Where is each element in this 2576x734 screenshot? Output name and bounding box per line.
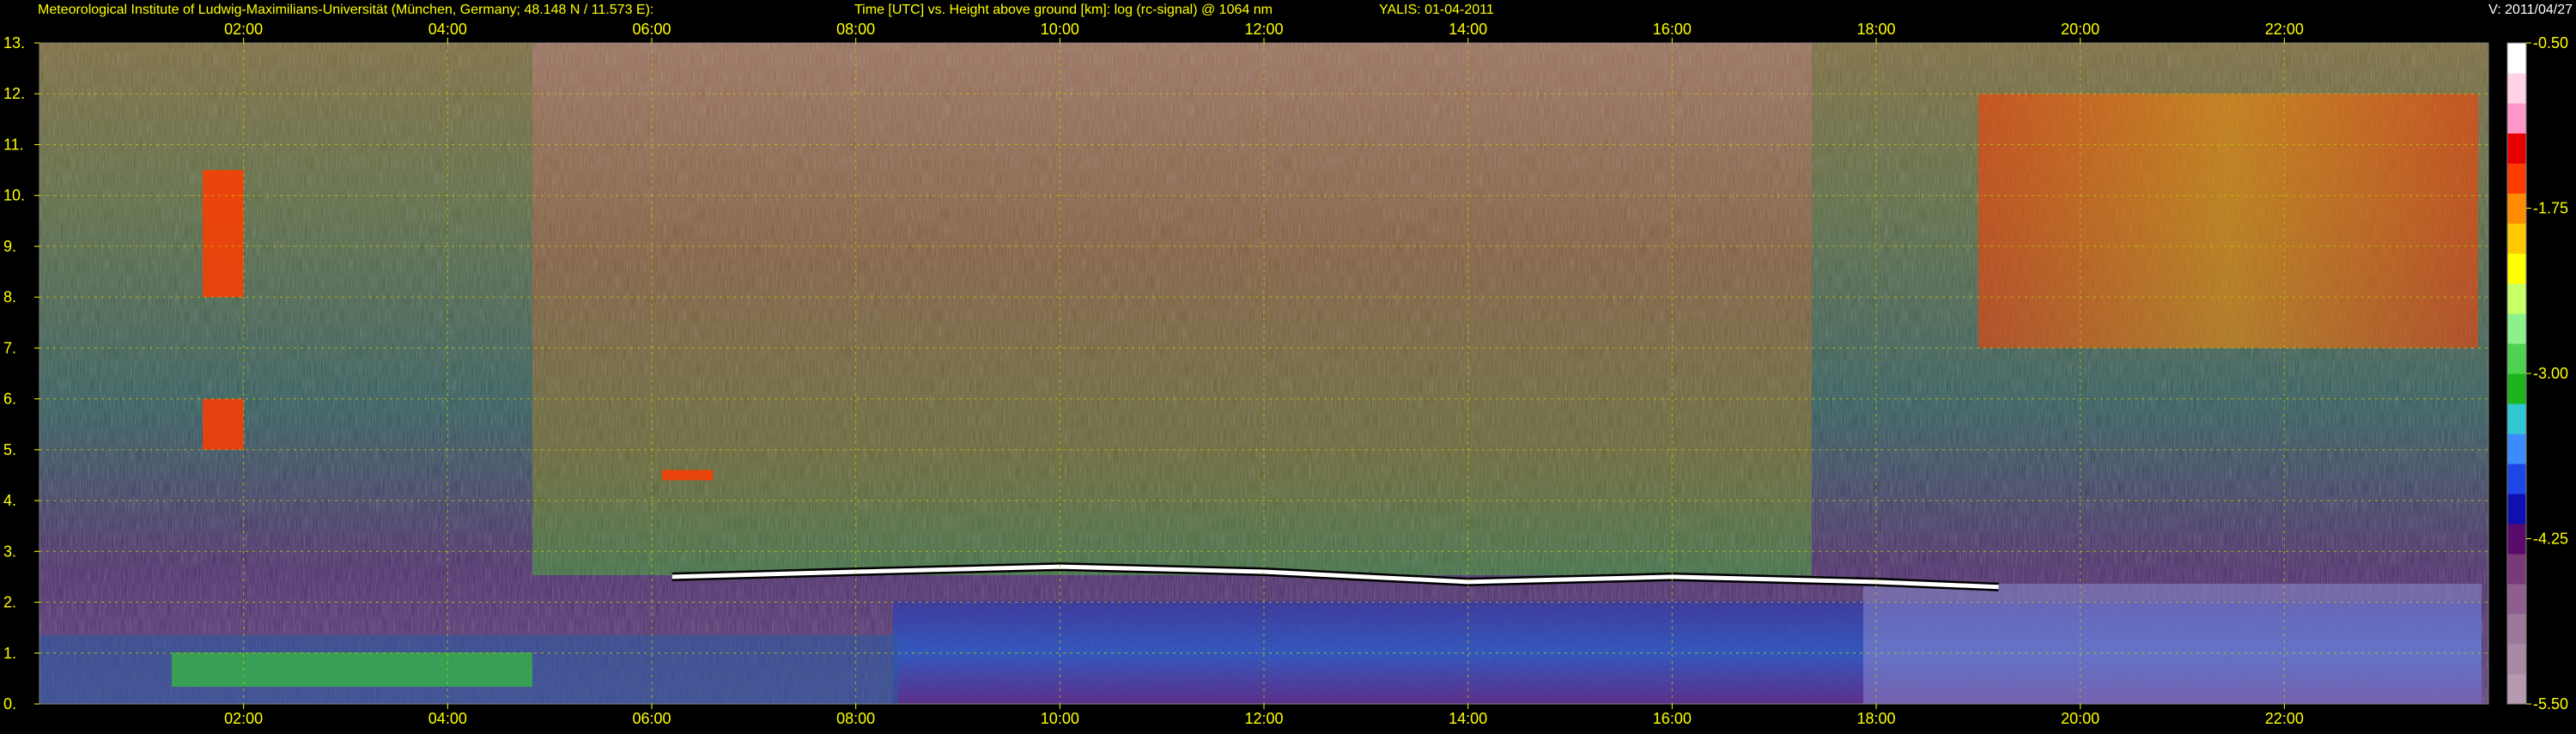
x-tick-label-top: 10:00 <box>1041 21 1079 38</box>
x-tick-label-bottom: 10:00 <box>1041 710 1079 727</box>
y-tick-label: 5. <box>3 441 16 458</box>
x-tick-label-bottom: 14:00 <box>1449 710 1487 727</box>
y-tick-label: 9. <box>3 238 16 255</box>
y-tick-label: 6. <box>3 391 16 408</box>
colorbar-segment <box>2507 434 2526 464</box>
colorbar-segment <box>2507 343 2526 374</box>
x-tick-label-bottom: 20:00 <box>2061 710 2099 727</box>
colorbar-segment <box>2507 163 2526 194</box>
x-tick-label-bottom: 08:00 <box>836 710 875 727</box>
x-tick-label-top: 02:00 <box>224 21 263 38</box>
cloud-layer-3 <box>203 398 244 450</box>
version-label: V: 2011/04/27 <box>2488 3 2573 17</box>
instrument-date: YALIS: 01-04-2011 <box>1379 3 1494 17</box>
institute-label: Meteorological Institute of Ludwig-Maxim… <box>38 3 653 17</box>
x-tick-label-top: 06:00 <box>632 21 671 38</box>
x-tick-label-top: 18:00 <box>1856 21 1895 38</box>
colorbar-tick-label: -4.25 <box>2533 531 2568 548</box>
x-tick-label-bottom: 18:00 <box>1856 710 1895 727</box>
x-tick-label-top: 14:00 <box>1449 21 1487 38</box>
colorbar-segment <box>2507 193 2526 224</box>
x-tick-label-bottom: 12:00 <box>1244 710 1283 727</box>
x-tick-label-bottom: 22:00 <box>2265 710 2304 727</box>
x-tick-label-top: 08:00 <box>836 21 875 38</box>
lidar-chart: Meteorological Institute of Ludwig-Maxim… <box>3 3 2573 727</box>
y-tick-label: 12. <box>3 85 25 102</box>
colorbar-segment <box>2507 403 2526 434</box>
y-tick-label: 11. <box>3 136 24 153</box>
colorbar-segment <box>2507 674 2526 705</box>
colorbar-segment <box>2507 464 2526 494</box>
colorbar-segment <box>2507 373 2526 404</box>
cirrus-cloud-region <box>1978 94 2479 349</box>
colorbar-segment <box>2507 133 2526 164</box>
cloud-layer-4 <box>661 470 714 481</box>
y-tick-label: 1. <box>3 645 16 662</box>
y-tick-label: 2. <box>3 594 16 611</box>
cloud-layer-2 <box>203 170 244 298</box>
y-tick-label: 7. <box>3 339 16 356</box>
colorbar-tick-label: -1.75 <box>2533 200 2568 217</box>
colorbar-tick-label: -0.50 <box>2533 34 2568 52</box>
colorbar-segment <box>2507 283 2526 314</box>
colorbar-segment <box>2507 644 2526 675</box>
colorbar-segment <box>2507 584 2526 615</box>
x-tick-label-top: 22:00 <box>2265 21 2304 38</box>
x-tick-label-bottom: 04:00 <box>428 710 467 727</box>
y-tick-label: 0. <box>3 695 16 713</box>
colorbar-segment <box>2507 43 2526 74</box>
x-tick-label-top: 20:00 <box>2061 21 2099 38</box>
plot-title: Time [UTC] vs. Height above ground [km]:… <box>854 3 1273 17</box>
x-tick-label-bottom: 16:00 <box>1653 710 1692 727</box>
evening-residual-layer <box>1863 584 2482 704</box>
colorbar-tick-label: -3.00 <box>2533 365 2568 382</box>
colorbar-segment <box>2507 73 2526 104</box>
colorbar-segment <box>2507 103 2526 134</box>
y-tick-label: 4. <box>3 492 16 509</box>
colorbar-segment <box>2507 223 2526 254</box>
x-tick-label-bottom: 02:00 <box>224 710 263 727</box>
night-green-layer <box>172 652 532 687</box>
y-tick-label: 3. <box>3 543 16 560</box>
x-tick-label-bottom: 06:00 <box>632 710 671 727</box>
colorbar-segment <box>2507 313 2526 344</box>
colorbar-segment <box>2507 253 2526 284</box>
colorbar-segment <box>2507 524 2526 555</box>
y-tick-label: 8. <box>3 288 16 306</box>
x-tick-label-top: 12:00 <box>1244 21 1283 38</box>
y-tick-label: 10. <box>3 187 25 204</box>
x-tick-label-top: 04:00 <box>428 21 467 38</box>
colorbar-segment <box>2507 554 2526 585</box>
colorbar-segment <box>2507 614 2526 645</box>
y-tick-label: 13. <box>3 34 25 52</box>
colorbar-segment <box>2507 494 2526 525</box>
lidar-plot-window: Meteorological Institute of Ludwig-Maxim… <box>0 0 2576 730</box>
colorbar-tick-label: -5.50 <box>2533 695 2568 713</box>
x-tick-label-top: 16:00 <box>1653 21 1692 38</box>
